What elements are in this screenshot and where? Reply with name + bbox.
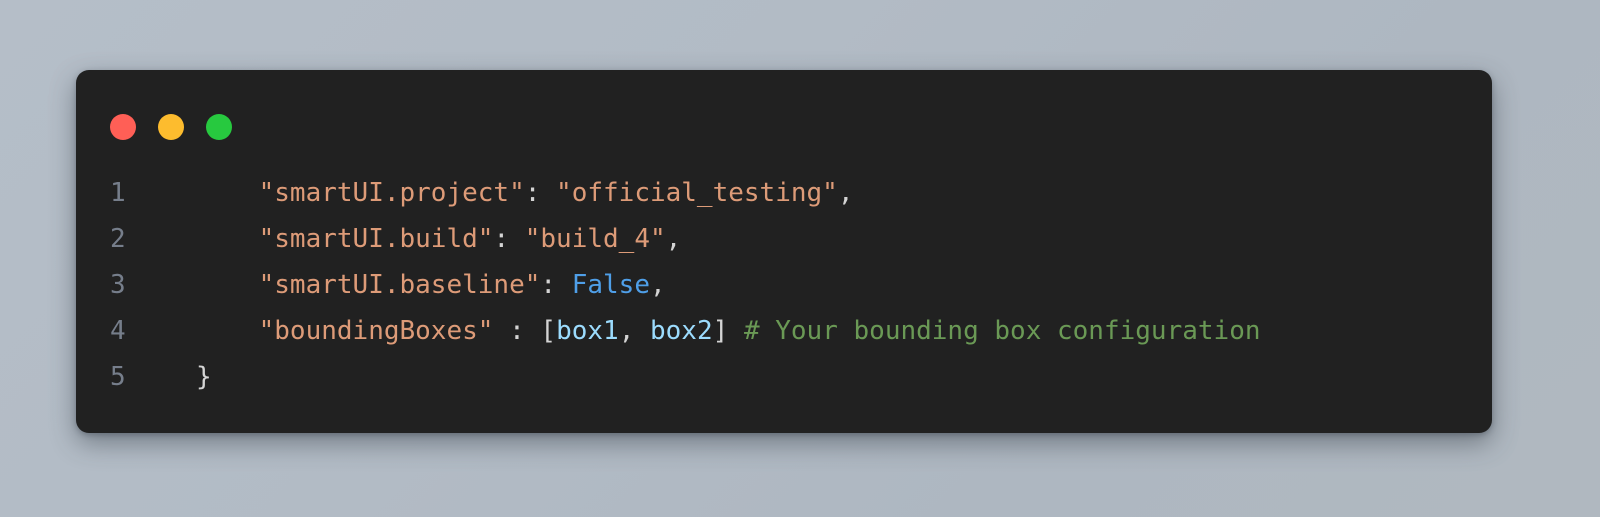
line-number: 2 [110,224,126,254]
token-punct: ] [712,316,744,346]
token-punct: , [649,270,666,300]
maximize-window-button[interactable] [206,114,232,140]
line-number: 1 [110,178,126,208]
minimize-window-button[interactable] [158,114,184,140]
token-punct: : [524,178,557,208]
code-line[interactable]: 1 "smartUI.project": "official_testing", [76,170,1492,216]
token-string: "boundingBoxes" [258,316,494,346]
token-keyword: False [571,270,650,300]
code-line[interactable]: 2 "smartUI.build": "build_4", [76,216,1492,262]
token-string: "build_4" [524,224,666,254]
token-string: "smartUI.baseline" [258,270,541,300]
code-line[interactable]: 4 "boundingBoxes" : [box1, box2] # Your … [76,308,1492,354]
line-content[interactable]: "smartUI.baseline": False, [174,262,666,308]
line-content[interactable]: "boundingBoxes" : [box1, box2] # Your bo… [174,308,1261,354]
code-line[interactable]: 3 "smartUI.baseline": False, [76,262,1492,308]
line-number: 3 [110,270,126,300]
code-snippet-card: 1 "smartUI.project": "official_testing",… [76,70,1492,433]
token-var: box1 [556,316,619,346]
code-line[interactable]: 5} [76,354,1492,400]
close-window-button[interactable] [110,114,136,140]
token-punct: : [540,270,572,300]
line-content[interactable]: } [174,354,212,400]
line-number: 4 [110,316,126,346]
window-controls [110,114,232,140]
token-punct: , [618,316,650,346]
token-var: box2 [650,316,713,346]
screenshot-canvas: 1 "smartUI.project": "official_testing",… [0,0,1600,517]
token-punct: , [837,178,854,208]
line-content[interactable]: "smartUI.project": "official_testing", [174,170,854,216]
token-punct: , [665,224,682,254]
token-punct: : [493,224,525,254]
line-number: 5 [110,362,126,392]
token-comment: # Your bounding box configuration [743,316,1261,346]
token-string: "official_testing" [556,178,838,208]
line-content[interactable]: "smartUI.build": "build_4", [174,216,682,262]
code-editor-body[interactable]: 1 "smartUI.project": "official_testing",… [76,170,1492,400]
token-punct: } [196,362,212,392]
token-punct: : [ [493,316,557,346]
token-string: "smartUI.project" [258,178,525,208]
token-string: "smartUI.build" [258,224,494,254]
